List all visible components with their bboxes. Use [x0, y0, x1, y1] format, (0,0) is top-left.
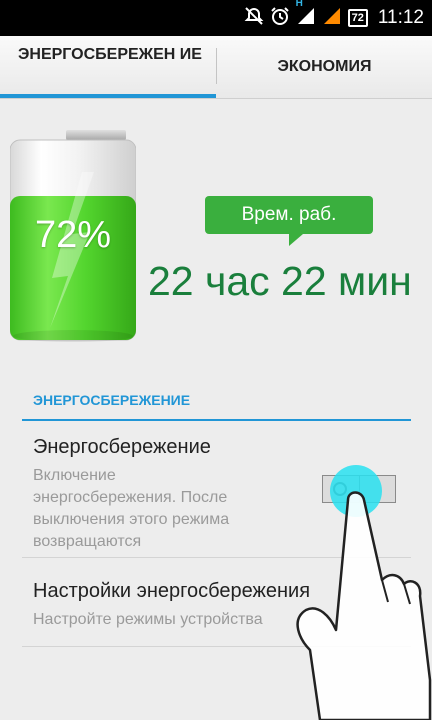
battery-status-icon: 72: [347, 9, 368, 27]
tab-selected-indicator: [0, 94, 216, 98]
battery-graphic: 72%: [9, 130, 137, 344]
summary-line: энергосбережения. После: [33, 489, 228, 506]
pref-power-saving-title: Энергосбережение: [33, 436, 211, 458]
pointing-hand-icon: [296, 491, 432, 720]
summary-line: выключения этого режима: [33, 511, 230, 528]
runtime-value: 22 час 22 мин: [148, 258, 412, 304]
status-icons: H 72 11:12: [244, 0, 424, 36]
signal-h-icon: H: [296, 0, 316, 31]
pref-settings-summary: Настройте режимы устройства: [33, 611, 263, 628]
summary-line: Включение: [33, 467, 116, 484]
alarm-clock-icon: [270, 6, 290, 31]
battery-percent-label: 72%: [34, 214, 112, 256]
network-type-label: H: [295, 0, 303, 9]
tab-power-saving-label: ЭНЕРГОСБЕРЕЖЕН ИЕ: [18, 46, 202, 63]
alarm-off-icon: [244, 6, 264, 31]
summary-line: возвращаются: [33, 533, 142, 550]
status-bar: H 72 11:12: [0, 0, 432, 36]
section-header: ЭНЕРГОСБЕРЕЖЕНИЕ: [33, 392, 191, 408]
tab-economy-label: ЭКОНОМИЯ: [277, 58, 372, 75]
signal-strength-icon: [322, 6, 342, 31]
runtime-bubble: Врем. раб.: [205, 196, 373, 246]
runtime-bubble-label: Врем. раб.: [241, 204, 337, 225]
tab-economy[interactable]: ЭКОНОМИЯ: [217, 36, 432, 98]
battery-cap: [66, 130, 126, 140]
pref-power-saving-summary: Включение энергосбережения. После выключ…: [33, 465, 229, 553]
tab-power-saving[interactable]: ЭНЕРГОСБЕРЕЖЕН ИЕ: [0, 36, 216, 98]
tab-bar: ЭНЕРГОСБЕРЕЖЕН ИЕ ЭКОНОМИЯ: [0, 36, 432, 99]
pref-settings-title: Настройки энергосбережения: [33, 580, 311, 602]
section-header-underline: [22, 419, 411, 421]
status-clock: 11:12: [377, 7, 424, 28]
